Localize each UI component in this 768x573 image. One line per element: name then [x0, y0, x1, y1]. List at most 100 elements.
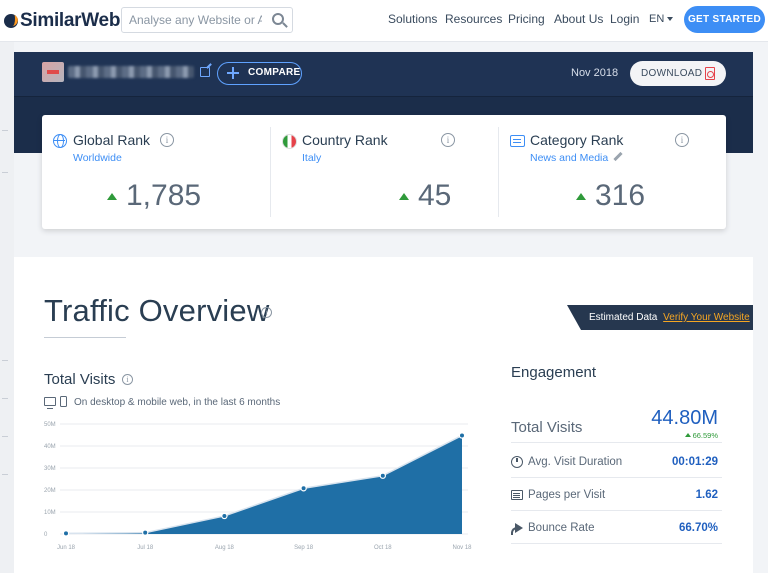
y-tick-label: 20M — [44, 488, 56, 494]
data-point — [458, 432, 466, 439]
external-link-icon[interactable] — [200, 67, 210, 77]
left-gutter — [0, 42, 14, 573]
chevron-down-icon — [667, 17, 674, 22]
x-tick-label: Oct 18 — [374, 545, 392, 551]
gutter-mark — [2, 474, 8, 475]
rank-card: Global Rank i Worldwide 1,785 Country Ra… — [42, 115, 726, 229]
info-icon[interactable]: i — [675, 133, 689, 147]
engagement-value: 66.70% — [678, 522, 718, 534]
rank-title: Country Rank — [302, 132, 388, 148]
data-point — [221, 512, 228, 520]
engagement-label: Pages per Visit — [528, 489, 606, 501]
language-label: EN — [649, 13, 665, 25]
search-input[interactable] — [122, 8, 262, 32]
arrow-up-icon — [107, 193, 117, 200]
y-tick-label: 40M — [44, 444, 56, 450]
global-rank: Global Rank i Worldwide 1,785 — [42, 115, 270, 229]
x-tick-label: Aug 18 — [215, 545, 235, 551]
clock-icon — [511, 456, 523, 468]
estimated-label: Estimated Data — [589, 312, 658, 323]
globe-icon — [53, 134, 67, 148]
compare-label: COMPARE — [248, 67, 301, 78]
gutter-mark — [2, 172, 8, 173]
language-selector[interactable]: EN — [649, 13, 674, 25]
rank-title: Category Rank — [530, 132, 624, 148]
title-divider — [44, 337, 126, 338]
page-title: Traffic Overview — [44, 293, 270, 328]
period-label: Nov 2018 — [571, 67, 619, 79]
rank-title: Global Rank — [73, 132, 151, 148]
y-tick-label: 10M — [44, 510, 56, 516]
category-rank: Category Rank i News and Media 316 — [498, 127, 726, 217]
y-tick-label: 30M — [44, 466, 56, 472]
nav-login[interactable]: Login — [610, 12, 639, 26]
gutter-mark — [2, 398, 8, 399]
rank-value: 45 — [418, 179, 452, 212]
nav-pricing[interactable]: Pricing — [508, 12, 545, 26]
plus-icon — [227, 67, 239, 79]
download-label: DOWNLOAD — [641, 68, 703, 79]
pencil-icon[interactable] — [613, 151, 623, 162]
nav-resources[interactable]: Resources — [445, 12, 502, 26]
total-visits-change: 66.59% — [685, 431, 718, 440]
y-tick-label: 0 — [44, 532, 48, 538]
engagement-title: Engagement — [511, 364, 597, 381]
get-started-button[interactable]: GET STARTED — [684, 6, 765, 33]
pdf-icon — [705, 67, 715, 80]
engagement-value: 00:01:29 — [671, 456, 718, 468]
verify-website-link[interactable]: Verify Your Website — [663, 312, 750, 323]
rank-subtitle-link[interactable]: Italy — [302, 152, 321, 164]
area-series — [66, 435, 462, 534]
compare-button[interactable]: COMPARE — [217, 62, 302, 85]
y-tick-label: 50M — [44, 422, 56, 428]
pages-icon — [511, 490, 523, 500]
rank-value: 1,785 — [126, 179, 202, 212]
nav-solutions[interactable]: Solutions — [388, 12, 437, 26]
top-bar: SimilarWeb Solutions Resources Pricing A… — [0, 0, 768, 42]
desktop-icon — [44, 397, 56, 409]
info-icon[interactable]: i — [160, 133, 174, 147]
site-favicon — [42, 62, 64, 82]
country-rank: Country Rank i Italy 45 — [270, 127, 498, 217]
engagement-value: 1.62 — [695, 489, 718, 501]
x-tick-label: Jun 18 — [57, 545, 76, 551]
rank-subtitle-link[interactable]: News and Media — [530, 152, 608, 164]
estimated-data-banner: Estimated Data Verify Your Website — [567, 305, 753, 330]
total-visits-label: Total Visits — [511, 419, 583, 436]
italy-flag-icon — [282, 134, 297, 149]
info-icon[interactable]: i — [441, 133, 455, 147]
info-icon[interactable]: i — [122, 374, 133, 385]
logo[interactable]: SimilarWeb — [4, 10, 120, 32]
similarweb-logo-icon — [4, 14, 18, 28]
total-visits-subtitle: On desktop & mobile web, in the last 6 m… — [74, 397, 281, 408]
search-box[interactable] — [121, 7, 293, 33]
engagement-total-visits: Total Visits 44.80M 66.59% — [511, 405, 722, 443]
gutter-mark — [2, 130, 8, 131]
data-point — [379, 472, 386, 479]
rank-value: 316 — [595, 179, 646, 212]
info-icon[interactable]: i — [261, 307, 272, 318]
gutter-mark — [2, 436, 8, 437]
site-name-redacted — [68, 66, 194, 78]
rank-subtitle-link[interactable]: Worldwide — [73, 152, 122, 164]
data-point — [141, 529, 149, 536]
total-visits-value: 44.80M — [651, 407, 718, 429]
engagement-row: Avg. Visit Duration 00:01:29 — [511, 445, 722, 478]
engagement-row: Bounce Rate 66.70% — [511, 511, 722, 544]
x-tick-label: Sep 18 — [294, 545, 314, 551]
data-point — [62, 530, 70, 537]
engagement-row: Pages per Visit 1.62 — [511, 478, 722, 511]
engagement-label: Avg. Visit Duration — [528, 456, 623, 468]
download-button[interactable]: DOWNLOAD — [630, 61, 726, 86]
arrow-up-icon — [576, 193, 586, 200]
logo-text: SimilarWeb — [20, 10, 121, 31]
category-icon — [510, 135, 525, 147]
total-visits-title: Total Visits — [44, 371, 116, 388]
mobile-icon — [60, 396, 67, 407]
gutter-mark — [2, 360, 8, 361]
arrow-up-icon — [399, 193, 409, 200]
x-tick-label: Nov 18 — [452, 545, 472, 551]
search-icon[interactable] — [272, 13, 284, 25]
nav-about-us[interactable]: About Us — [554, 12, 603, 26]
engagement-label: Bounce Rate — [528, 522, 595, 534]
